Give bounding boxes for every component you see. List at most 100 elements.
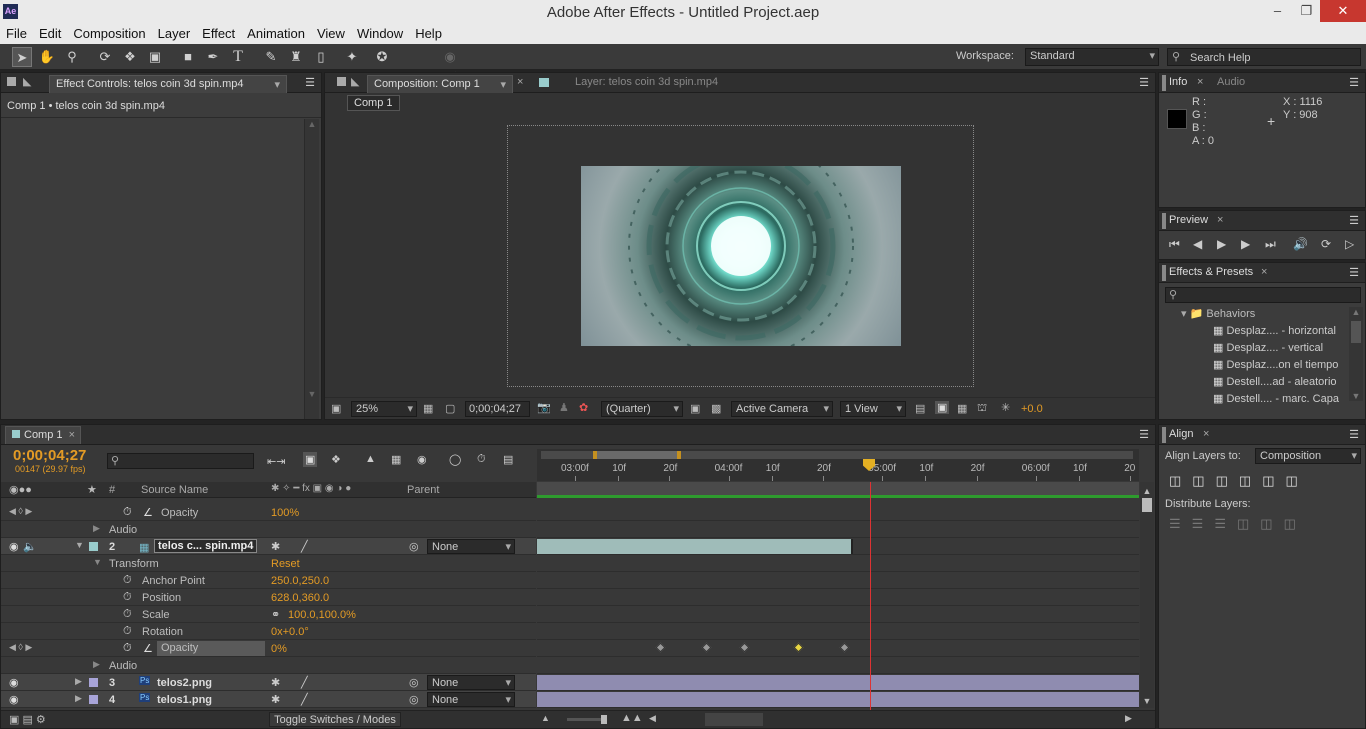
- quality-switch-icon[interactable]: ╱: [301, 693, 308, 706]
- pixel-aspect-icon[interactable]: ▤: [915, 402, 925, 415]
- track-row[interactable]: [537, 521, 1139, 538]
- shy-switch-icon[interactable]: ✱: [271, 693, 280, 706]
- clone-stamp-tool-icon[interactable]: ♜: [286, 47, 306, 67]
- pan-behind-tool-icon[interactable]: ▣: [145, 47, 165, 67]
- brush-tool-icon[interactable]: ✎: [261, 47, 281, 67]
- minimize-button[interactable]: –: [1263, 0, 1292, 22]
- panel-menu-icon[interactable]: ☰: [1349, 266, 1359, 279]
- maximize-button[interactable]: ❐: [1292, 0, 1321, 22]
- first-frame-icon[interactable]: ⏮: [1169, 237, 1180, 252]
- stopwatch-icon[interactable]: ⏱: [123, 574, 132, 587]
- property-row-scale[interactable]: ⏱ Scale ⚭ 100.0,100.0%: [1, 606, 536, 623]
- horizontal-scroll-thumb[interactable]: [705, 713, 763, 726]
- auto-keyframe-icon[interactable]: ⏱: [477, 453, 486, 466]
- current-time-field[interactable]: 0;00;04;27: [465, 401, 530, 417]
- quality-switch-icon[interactable]: ╱: [301, 676, 308, 689]
- tab-effects-presets[interactable]: Effects & Presets: [1169, 266, 1253, 278]
- time-ruler[interactable]: 03:00f 10f 20f 04:00f 10f 20f 05:00f 10f 20f 06:0…: [537, 449, 1139, 481]
- magnification-select[interactable]: 25%: [351, 401, 417, 417]
- effects-scrollbar[interactable]: ▲ ▼: [1349, 307, 1363, 401]
- track-row[interactable]: [537, 572, 1139, 589]
- shy-layers-icon[interactable]: ▲: [365, 453, 376, 465]
- frame-blending-icon[interactable]: ▦: [391, 453, 401, 466]
- timeline-vertical-scrollbar[interactable]: ▲ ▼: [1140, 482, 1154, 708]
- time-navigator[interactable]: [541, 451, 1133, 459]
- puppet-pin-tool-icon[interactable]: ✪: [372, 47, 392, 67]
- expand-arrow-icon[interactable]: ▶: [93, 523, 100, 534]
- pick-whip-icon[interactable]: ◎: [409, 693, 419, 706]
- label-color-icon[interactable]: [89, 542, 98, 551]
- transparency-grid-icon[interactable]: ▩: [711, 402, 721, 415]
- property-value[interactable]: 100%: [271, 507, 299, 519]
- flowchart-icon[interactable]: ⛫: [977, 402, 987, 416]
- type-tool-icon[interactable]: T: [228, 47, 248, 67]
- panel-menu-icon[interactable]: ☰: [1139, 428, 1149, 441]
- distribute-right-icon[interactable]: ◫: [1284, 516, 1307, 531]
- pen-tool-icon[interactable]: ✒: [203, 47, 223, 67]
- label-color-icon[interactable]: [89, 695, 98, 704]
- channel-icon[interactable]: ✿: [579, 401, 588, 414]
- layer-name[interactable]: telos1.png: [157, 694, 212, 706]
- layer-bar-3[interactable]: [537, 675, 1139, 690]
- snapshot-icon[interactable]: 📷: [537, 401, 551, 414]
- graph-editor-icon[interactable]: ▤: [503, 453, 513, 466]
- menu-effect[interactable]: Effect: [196, 24, 241, 43]
- layer-name[interactable]: telos2.png: [157, 677, 212, 689]
- layer-row-2[interactable]: ◉ 🔈 ▼ 2 ▦ telos c... spin.mp4 ✱ ╱ ◎ None: [1, 538, 536, 555]
- menu-composition[interactable]: Composition: [67, 24, 151, 43]
- tab-align[interactable]: Align: [1169, 428, 1193, 440]
- layer-switches-icon[interactable]: ▣ ▤ ⚙: [9, 713, 46, 726]
- shy-switch-icon[interactable]: ✱: [271, 676, 280, 689]
- stopwatch-icon[interactable]: ⏱: [123, 642, 132, 655]
- timeline-icon[interactable]: ▦: [957, 402, 967, 415]
- track-row[interactable]: [537, 555, 1139, 572]
- zoom-slider[interactable]: [567, 715, 607, 724]
- close-tab-icon[interactable]: ×: [1217, 214, 1223, 226]
- axis-mode-icon[interactable]: ◉ ● ◊: [440, 47, 460, 84]
- track-row-opacity-keyframes[interactable]: [537, 640, 1139, 657]
- panel-menu-icon[interactable]: ☰: [305, 76, 315, 89]
- property-row-position[interactable]: ⏱ Position 628.0,360.0: [1, 589, 536, 606]
- layer-row-3[interactable]: ◉ ▶ 3 Ps telos2.png ✱ ╱ ◎ None: [1, 674, 536, 691]
- panel-grip-icon[interactable]: [7, 77, 16, 86]
- property-row-audio[interactable]: ▶ Audio: [1, 657, 536, 674]
- exposure-value[interactable]: +0.0: [1021, 403, 1043, 415]
- panel-menu-icon[interactable]: ☰: [1349, 428, 1359, 441]
- align-vcenter-icon[interactable]: ◫: [1262, 473, 1285, 488]
- current-time-indicator-line[interactable]: [870, 482, 871, 710]
- keyframe[interactable]: [655, 642, 666, 653]
- tab-info[interactable]: Info: [1169, 76, 1187, 88]
- align-right-icon[interactable]: ◫: [1216, 473, 1239, 488]
- comp-viewer-image[interactable]: [581, 166, 901, 346]
- toggle-switches-modes-button[interactable]: Toggle Switches / Modes: [269, 712, 401, 727]
- shy-switch-icon[interactable]: ✱: [271, 540, 280, 553]
- keyframe-nav-icon[interactable]: ◀ ◊ ▶: [9, 506, 32, 517]
- property-row-audio[interactable]: ▶ Audio: [1, 521, 536, 538]
- source-name-column-header[interactable]: Source Name: [141, 484, 208, 496]
- tab-effect-controls[interactable]: Effect Controls: telos coin 3d spin.mp4 ▾: [49, 75, 287, 93]
- track-row-layer-2[interactable]: [537, 538, 1139, 555]
- comp-mini-flowchart-icon[interactable]: ⇤⇥: [267, 455, 285, 468]
- stopwatch-icon[interactable]: ⏱: [123, 506, 132, 519]
- work-area-bar[interactable]: [537, 482, 1139, 498]
- hand-tool-icon[interactable]: ✋: [37, 47, 57, 67]
- property-row-rotation[interactable]: ⏱ Rotation 0x+0.0°: [1, 623, 536, 640]
- menu-view[interactable]: View: [311, 24, 351, 43]
- previous-frame-icon[interactable]: ◀: [1193, 237, 1202, 251]
- property-value[interactable]: 0%: [271, 643, 287, 655]
- preset-item[interactable]: ▦ Desplaz.... - vertical: [1213, 341, 1323, 354]
- preset-item[interactable]: ▦ Desplaz.... - horizontal: [1213, 324, 1336, 337]
- menu-help[interactable]: Help: [409, 24, 448, 43]
- speaker-icon[interactable]: 🔈: [23, 540, 37, 553]
- tab-composition[interactable]: Composition: Comp 1 ▾: [367, 75, 513, 93]
- keyframe[interactable]: [739, 642, 750, 653]
- panel-menu-icon[interactable]: ☰: [1349, 76, 1359, 89]
- tab-preview[interactable]: Preview: [1169, 214, 1208, 226]
- rectangle-tool-icon[interactable]: ■: [178, 47, 198, 67]
- scroll-left-icon[interactable]: ◀: [649, 713, 656, 724]
- preset-item[interactable]: ▦ Desplaz....on el tiempo: [1213, 358, 1338, 371]
- property-value[interactable]: 250.0,250.0: [271, 575, 329, 587]
- fast-preview-toggle-icon[interactable]: ▣: [935, 401, 950, 414]
- preset-item[interactable]: ▦ Destell....ad - aleatorio: [1213, 375, 1337, 388]
- eye-icon[interactable]: ◉: [9, 676, 19, 689]
